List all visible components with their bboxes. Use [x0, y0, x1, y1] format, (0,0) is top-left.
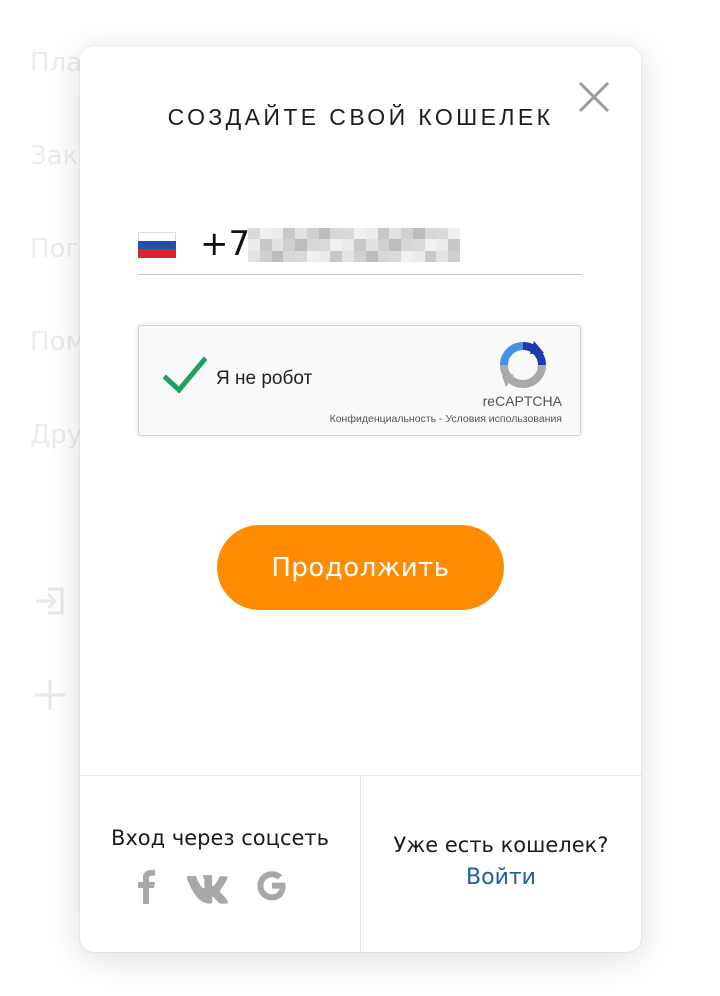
social-login-title: Вход через соцсеть: [110, 826, 330, 850]
login-link[interactable]: Войти: [361, 865, 641, 890]
bg-menu-item: Пла: [30, 48, 83, 78]
existing-wallet-section: Уже есть кошелек? Войти: [361, 776, 641, 952]
checkmark-icon[interactable]: [163, 356, 207, 396]
russia-flag-icon[interactable]: [138, 232, 176, 258]
terms-link[interactable]: Условия использования: [445, 413, 562, 425]
recaptcha-label: Я не робот: [216, 368, 313, 389]
recaptcha-brand: reCAPTCHA: [482, 393, 562, 409]
modal-title: СОЗДАЙТЕ СВОЙ КОШЕЛЕК: [167, 104, 554, 130]
modal-footer: Вход через соцсеть Уже есть кошелек? Вой…: [80, 775, 641, 952]
google-icon[interactable]: [255, 868, 289, 904]
plus-icon: [35, 680, 65, 710]
recaptcha-links: Конфиденциальность - Условия использован…: [330, 413, 562, 425]
bg-menu-item: Дру: [30, 420, 83, 450]
bg-menu-item: Зак: [30, 141, 79, 171]
facebook-icon[interactable]: [130, 868, 160, 904]
recaptcha-logo-icon: [500, 341, 546, 388]
continue-button[interactable]: Продолжить: [217, 525, 504, 610]
existing-wallet-question: Уже есть кошелек?: [393, 833, 609, 857]
bg-menu-item: Пом: [30, 327, 86, 357]
social-icons: [130, 868, 310, 904]
privacy-link[interactable]: Конфиденциальность: [330, 413, 437, 425]
phone-field: [138, 216, 582, 275]
vk-icon[interactable]: [187, 868, 229, 904]
create-wallet-modal: СОЗДАЙТЕ СВОЙ КОШЕЛЕК Я не робот reCAPTC…: [80, 46, 641, 952]
social-login-section: Вход через соцсеть: [80, 776, 360, 952]
login-icon: [36, 587, 64, 615]
recaptcha-widget: Я не робот reCAPTCHA Конфиденциальность …: [138, 325, 581, 436]
redacted-phone-digits: [248, 228, 460, 262]
bg-menu-item: Пог: [30, 234, 80, 264]
